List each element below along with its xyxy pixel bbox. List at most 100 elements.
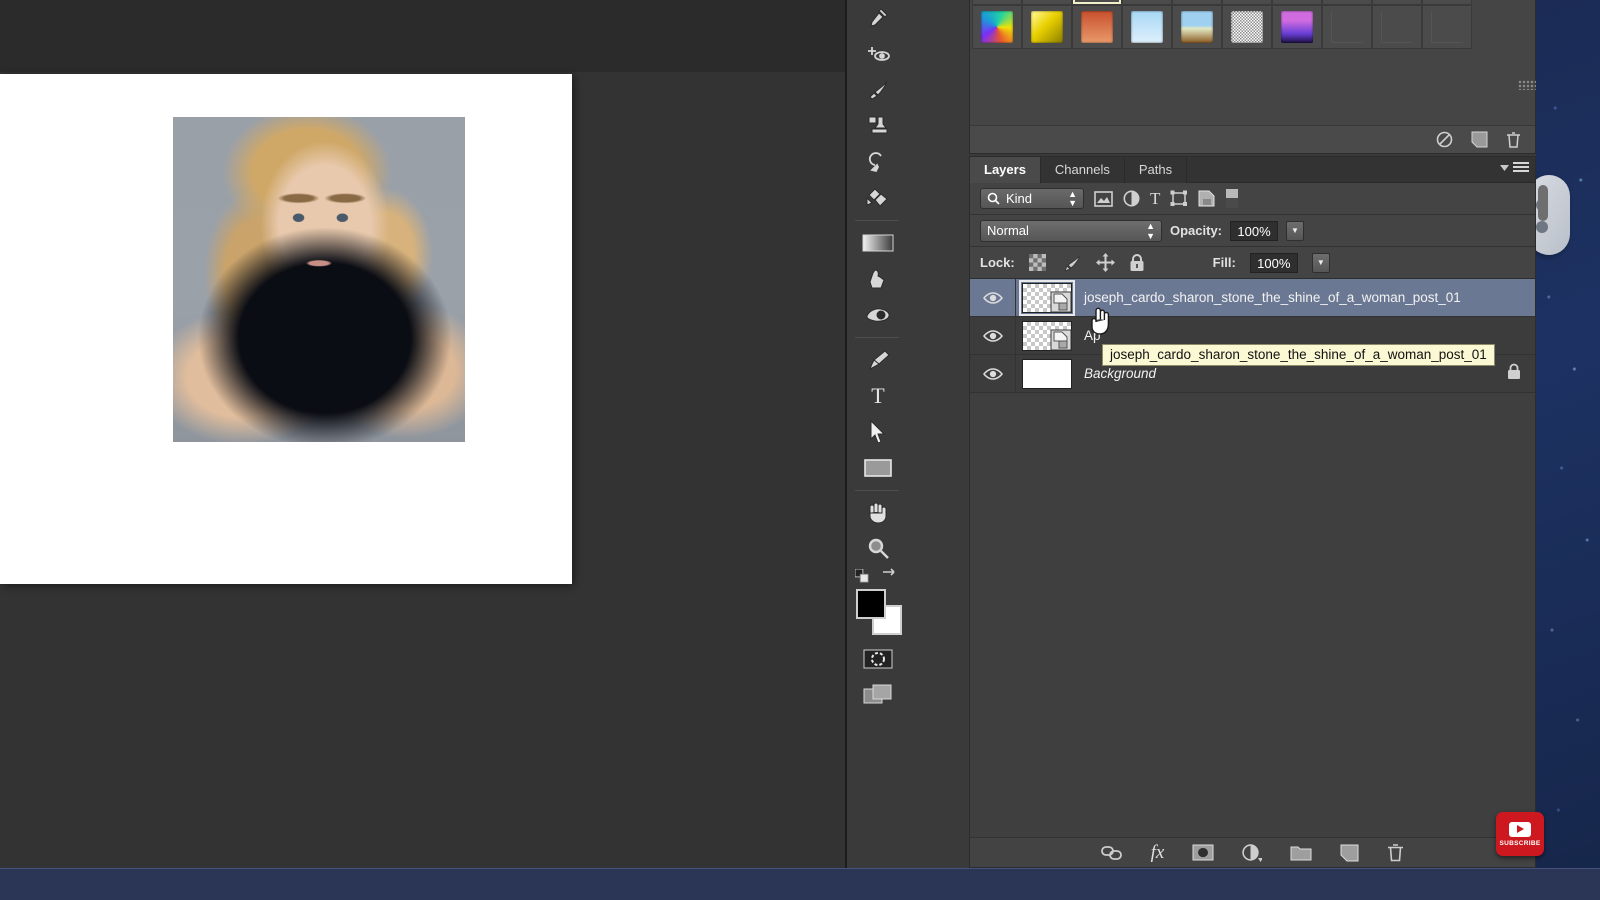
workspace-canvas-area[interactable] <box>0 0 845 868</box>
sunset-gradient-style[interactable] <box>1072 5 1122 49</box>
yellow-bevel-style-thumb <box>1031 11 1063 43</box>
gradient-tool[interactable] <box>847 225 909 261</box>
quick-mask-toggle[interactable] <box>847 641 909 677</box>
landscape-gradient-style[interactable] <box>1172 5 1222 49</box>
layer-visibility-toggle[interactable] <box>970 279 1016 316</box>
tools-palette[interactable]: T <box>845 0 907 868</box>
layer-visibility-toggle[interactable] <box>970 317 1016 354</box>
layer-thumbnail[interactable] <box>1022 358 1072 389</box>
empty-style-2[interactable] <box>1372 5 1422 49</box>
layer-thumbnail-cell[interactable] <box>1016 279 1078 316</box>
opacity-input[interactable]: 100% <box>1230 220 1279 241</box>
filter-kind-select[interactable]: Kind ▲ ▼ <box>980 188 1084 209</box>
type-tool[interactable]: T <box>847 378 909 414</box>
filter-shape-layers-icon[interactable] <box>1170 190 1188 207</box>
canvas-photo-portrait[interactable] <box>173 117 465 442</box>
fill-stepper[interactable]: ▼ <box>1311 252 1330 273</box>
add-layer-style-icon[interactable]: fx <box>1151 842 1165 864</box>
tab-channels[interactable]: Channels <box>1040 157 1125 183</box>
panel-menu-button[interactable] <box>1499 162 1529 173</box>
purple-blue-style-thumb <box>1281 11 1313 43</box>
delete-style-icon[interactable] <box>1506 131 1521 148</box>
rectangle-tool[interactable] <box>847 450 909 486</box>
purple-blue-style[interactable] <box>1272 5 1322 49</box>
layer-name[interactable]: Background <box>1078 366 1156 381</box>
lock-position-icon[interactable] <box>1095 253 1115 272</box>
clear-style-icon[interactable] <box>1436 131 1453 148</box>
new-group-icon[interactable] <box>1290 844 1312 861</box>
new-style-icon[interactable] <box>1471 131 1488 148</box>
add-layer-mask-icon[interactable] <box>1192 844 1214 861</box>
path-selection-tool[interactable] <box>847 414 909 450</box>
layer-thumbnail-cell[interactable] <box>1016 358 1078 389</box>
layer-visibility-toggle[interactable] <box>970 355 1016 392</box>
subscribe-badge[interactable]: SUBSCRIBE <box>1496 812 1544 856</box>
delete-layer-icon[interactable] <box>1387 843 1404 862</box>
filter-type-layers-icon[interactable]: T <box>1150 189 1160 209</box>
filter-pixel-layers-icon[interactable] <box>1094 190 1113 207</box>
layer-row[interactable]: joseph_cardo_sharon_stone_the_shine_of_a… <box>970 279 1535 317</box>
noise-texture-style[interactable] <box>1222 5 1272 49</box>
tools-divider-2 <box>855 337 899 338</box>
rainbow-satin-style-thumb <box>981 11 1013 43</box>
filter-toggle-icon[interactable] <box>1226 189 1239 208</box>
hand-tool[interactable] <box>847 495 909 531</box>
lock-transparent-pixels-icon[interactable] <box>1028 254 1046 271</box>
new-adjustment-layer-icon[interactable] <box>1242 843 1263 862</box>
canvas-top-strip <box>0 0 845 72</box>
pen-tool[interactable] <box>847 342 909 378</box>
lock-all-icon[interactable] <box>1129 253 1145 272</box>
blur-finger-icon <box>869 269 885 289</box>
tab-layers[interactable]: Layers <box>970 157 1041 183</box>
layers-panel[interactable]: Layers Channels Paths Kind ▲ ▼ T Normal … <box>969 156 1536 868</box>
tab-paths[interactable]: Paths <box>1124 157 1188 183</box>
fill-input[interactable]: 100% <box>1249 252 1298 273</box>
yellow-bevel-style[interactable] <box>1022 5 1072 49</box>
filter-adjustment-layers-icon[interactable] <box>1123 190 1140 207</box>
dodge-tool[interactable] <box>847 297 909 333</box>
zoom-tool[interactable] <box>847 531 909 567</box>
color-utility-row[interactable] <box>847 567 907 585</box>
layer-name[interactable]: joseph_cardo_sharon_stone_the_shine_of_a… <box>1078 290 1461 305</box>
blur-tool[interactable] <box>847 261 909 297</box>
blend-mode-select[interactable]: Normal ▲ ▼ <box>980 219 1162 242</box>
desktop-wallpaper <box>1528 0 1600 900</box>
filter-smart-object-icon[interactable] <box>1198 190 1216 207</box>
panel-tab-bar[interactable]: Layers Channels Paths <box>970 157 1535 183</box>
history-brush-tool[interactable] <box>847 144 909 180</box>
empty-style-1[interactable] <box>1322 5 1372 49</box>
subscribe-label: SUBSCRIBE <box>1499 839 1541 847</box>
rainbow-satin-style[interactable] <box>972 5 1022 49</box>
filter-kind-stepper[interactable]: ▲ ▼ <box>1068 189 1077 208</box>
new-layer-icon[interactable] <box>1340 844 1359 862</box>
spot-healing-icon <box>868 47 890 61</box>
layer-list[interactable]: joseph_cardo_sharon_stone_the_shine_of_a… <box>970 279 1535 393</box>
styles-grid[interactable] <box>972 0 1472 49</box>
spot-healing-brush-tool[interactable] <box>847 36 909 72</box>
eraser-tool[interactable] <box>847 180 909 216</box>
layer-thumbnail[interactable] <box>1019 279 1075 316</box>
layers-panel-footer[interactable]: fx <box>970 837 1535 867</box>
foreground-color-swatch[interactable] <box>856 589 886 619</box>
sky-blue-gradient-style[interactable] <box>1122 5 1172 49</box>
empty-style-3[interactable] <box>1422 5 1472 49</box>
clone-stamp-tool[interactable] <box>847 108 909 144</box>
layer-thumbnail[interactable] <box>1022 320 1072 351</box>
opacity-label: Opacity: <box>1170 223 1223 238</box>
layer-filter-row[interactable]: Kind ▲ ▼ T <box>970 183 1535 215</box>
document-window[interactable] <box>0 74 572 584</box>
eyedropper-tool[interactable] <box>847 0 909 36</box>
blend-mode-stepper[interactable]: ▲ ▼ <box>1146 221 1155 241</box>
screen-mode-toggle[interactable] <box>847 677 909 713</box>
link-layers-icon[interactable] <box>1100 845 1123 860</box>
lock-row[interactable]: Lock: Fill: 100% ▼ <box>970 247 1535 279</box>
styles-panel[interactable] <box>969 0 1536 154</box>
panel-scroll-nub[interactable] <box>1538 185 1548 221</box>
opacity-stepper[interactable]: ▼ <box>1286 220 1305 241</box>
layer-thumbnail-cell[interactable] <box>1016 320 1078 351</box>
styles-panel-footer[interactable] <box>970 125 1535 153</box>
lock-image-pixels-icon[interactable] <box>1060 254 1082 272</box>
color-swatches[interactable] <box>847 585 907 641</box>
blend-mode-row[interactable]: Normal ▲ ▼ Opacity: 100% ▼ <box>970 215 1535 247</box>
brush-tool[interactable] <box>847 72 909 108</box>
